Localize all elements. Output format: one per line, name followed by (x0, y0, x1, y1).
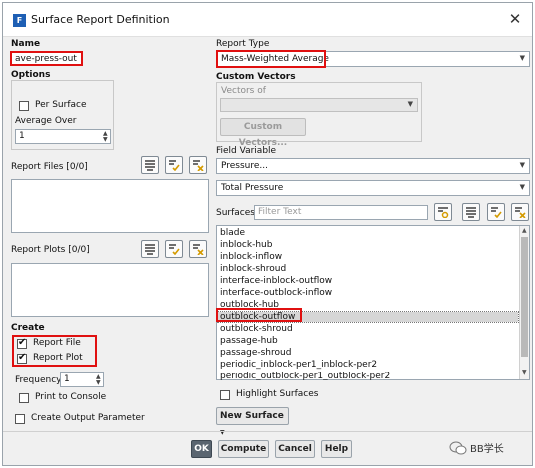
chevron-down-icon: ▼ (407, 100, 413, 108)
average-over-spin-icon[interactable]: ▲ ▼ (103, 131, 108, 143)
scrollbar-thumb[interactable] (521, 237, 528, 357)
highlight-surfaces-checkbox[interactable] (220, 390, 230, 400)
report-plot-checkbox[interactable] (17, 352, 27, 364)
new-surface-button[interactable]: New Surface ▼ (216, 407, 289, 436)
close-icon[interactable]: ✕ (506, 10, 524, 28)
chevron-down-icon: ▼ (519, 183, 525, 191)
select-all-surfaces-icon[interactable] (462, 203, 480, 221)
deselect-surfaces-icon[interactable] (511, 203, 529, 221)
field-category-value: Pressure... (221, 161, 269, 171)
select-all-plots-icon[interactable] (141, 240, 159, 258)
list-item[interactable]: passage-hub (220, 336, 278, 346)
report-type-highlight-box (216, 50, 326, 68)
check-surfaces-icon[interactable] (487, 203, 505, 221)
highlight-surfaces-label: Highlight Surfaces (236, 389, 319, 399)
surfaces-scrollbar[interactable]: ▲ ▼ (519, 226, 529, 379)
chevron-down-icon: ▼ (519, 161, 525, 169)
ok-button[interactable]: OK (191, 440, 212, 458)
report-file-checkbox[interactable] (17, 337, 27, 349)
list-item[interactable]: passage-shroud (220, 348, 291, 358)
filter-icon[interactable] (434, 203, 452, 221)
compute-button[interactable]: Compute (218, 440, 269, 458)
list-item[interactable]: outblock-shroud (220, 324, 293, 334)
help-button[interactable]: Help (321, 440, 352, 458)
app-icon: F (13, 14, 26, 27)
list-item[interactable]: inblock-shroud (220, 264, 286, 274)
create-label: Create (11, 323, 45, 333)
per-surface-checkbox[interactable] (19, 101, 29, 111)
list-item[interactable]: inblock-hub (220, 240, 272, 250)
average-over-input[interactable]: 1 (15, 129, 111, 144)
report-type-label: Report Type (216, 39, 270, 49)
watermark-text: BB学长 (470, 444, 504, 455)
list-item[interactable]: blade (220, 228, 245, 238)
per-surface-label: Per Surface (35, 100, 87, 110)
field-variable-value: Total Pressure (221, 183, 284, 193)
average-over-label: Average Over (15, 116, 77, 126)
vectors-of-dropdown[interactable]: ▼ (220, 98, 418, 112)
list-item[interactable]: interface-inblock-outflow (220, 276, 332, 286)
vectors-of-label: Vectors of (221, 86, 266, 96)
dialog-title: Surface Report Definition (31, 13, 170, 26)
custom-vectors-button[interactable]: Custom Vectors... (220, 118, 306, 148)
surfaces-label: Surfaces (216, 208, 255, 218)
create-output-parameter-checkbox[interactable] (15, 414, 25, 424)
list-item[interactable]: periodic_outblock-per1_outblock-per2 (220, 372, 390, 380)
surface-highlight-box (216, 308, 302, 322)
list-item[interactable]: interface-outblock-inflow (220, 288, 332, 298)
report-plot-label: Report Plot (33, 353, 83, 363)
chevron-down-icon: ▼ (519, 54, 525, 62)
report-plots-list[interactable] (11, 263, 209, 317)
print-to-console-checkbox[interactable] (19, 393, 29, 403)
name-input[interactable]: ave-press-out (10, 51, 83, 66)
custom-vectors-label: Custom Vectors (216, 72, 296, 82)
cancel-button[interactable]: Cancel (275, 440, 315, 458)
scroll-up-icon[interactable]: ▲ (522, 227, 527, 234)
scroll-down-icon[interactable]: ▼ (522, 369, 527, 376)
report-plots-label: Report Plots [0/0] (11, 245, 90, 255)
dialog-window: F Surface Report Definition ✕ Name ave-p… (2, 2, 533, 466)
title-bar: F Surface Report Definition ✕ (3, 3, 532, 37)
wechat-icon (449, 441, 467, 455)
field-variable-label: Field Variable (216, 146, 277, 156)
footer-divider (3, 431, 532, 432)
field-variable-dropdown[interactable]: Total Pressure ▼ (216, 180, 530, 196)
name-label: Name (11, 39, 41, 49)
new-surface-label: New Surface (220, 411, 284, 421)
frequency-label: Frequency (15, 375, 62, 385)
report-files-label: Report Files [0/0] (11, 162, 88, 172)
frequency-spin-icon[interactable]: ▲ ▼ (96, 374, 101, 386)
check-files-icon[interactable] (165, 156, 183, 174)
list-item[interactable]: periodic_inblock-per1_inblock-per2 (220, 360, 377, 370)
print-to-console-label: Print to Console (35, 392, 107, 402)
select-all-files-icon[interactable] (141, 156, 159, 174)
average-over-value: 1 (19, 131, 25, 141)
frequency-value: 1 (64, 374, 70, 384)
field-category-dropdown[interactable]: Pressure... ▼ (216, 158, 530, 174)
report-file-label: Report File (33, 338, 81, 348)
list-item[interactable]: inblock-inflow (220, 252, 282, 262)
deselect-plots-icon[interactable] (189, 240, 207, 258)
report-files-list[interactable] (11, 179, 209, 233)
surfaces-list[interactable]: blade inblock-hub inblock-inflow inblock… (216, 225, 530, 380)
create-output-parameter-label: Create Output Parameter (31, 413, 145, 423)
check-plots-icon[interactable] (165, 240, 183, 258)
deselect-files-icon[interactable] (189, 156, 207, 174)
filter-text-input[interactable]: Filter Text (254, 205, 428, 220)
options-label: Options (11, 70, 51, 80)
